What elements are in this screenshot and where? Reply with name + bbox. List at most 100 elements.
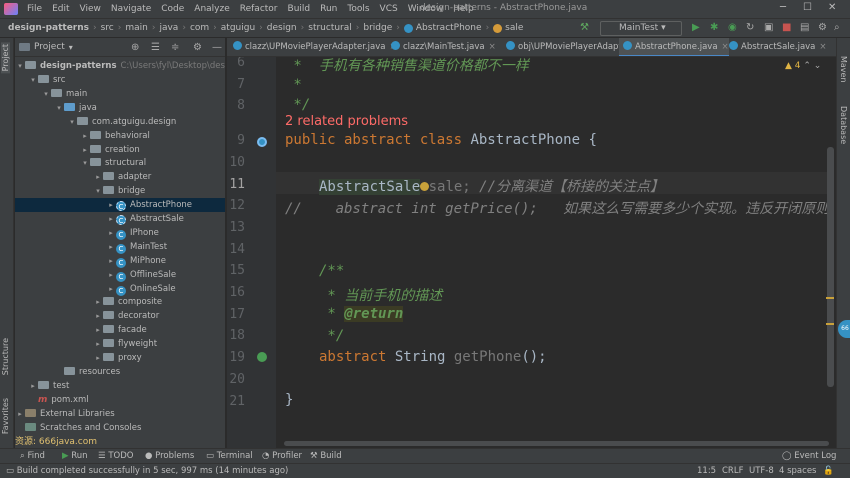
horizontal-scrollbar[interactable]: [284, 441, 829, 446]
chevron-right-icon[interactable]: ▸: [93, 170, 103, 184]
attach-icon[interactable]: ▣: [764, 22, 773, 33]
menu-tools[interactable]: Tools: [342, 4, 374, 14]
tree-item-com-atguigu-design[interactable]: ▾ com.atguigu.design: [15, 115, 225, 129]
tree-item-structural[interactable]: ▾ structural: [15, 156, 225, 170]
database-tool-tab[interactable]: Database: [839, 106, 848, 144]
minimize-icon[interactable]: ─: [780, 2, 786, 13]
warning-marker[interactable]: [826, 323, 834, 325]
run-icon[interactable]: ▶: [692, 22, 700, 33]
tree-item-flyweight[interactable]: ▸ flyweight: [15, 337, 225, 351]
close-icon[interactable]: ✕: [828, 2, 836, 13]
indent-setting[interactable]: 4 spaces: [779, 464, 816, 478]
settings-icon[interactable]: ⚙: [818, 22, 827, 33]
tree-item-main[interactable]: ▾ main: [15, 87, 225, 101]
breadcrumb-structural[interactable]: structural: [308, 23, 352, 33]
chevron-down-icon[interactable]: ▾: [28, 73, 38, 87]
tree-root[interactable]: ▾ design-patterns C:\Users\fyl\Desktop\des…: [15, 59, 225, 73]
tree-item-offlinesale[interactable]: ▸ C OfflineSale: [15, 268, 225, 282]
tree-item-composite[interactable]: ▸ composite: [15, 295, 225, 309]
gear-icon[interactable]: ⚙: [193, 42, 202, 53]
event-log-button[interactable]: ◯ Event Log: [782, 449, 836, 463]
tree-item-facade[interactable]: ▸ facade: [15, 323, 225, 337]
breadcrumb-java[interactable]: java: [159, 23, 178, 33]
breadcrumb-design[interactable]: design: [267, 23, 297, 33]
tree-item-scratches-and-consoles[interactable]: Scratches and Consoles: [15, 421, 225, 435]
locate-icon[interactable]: ⊕: [131, 42, 139, 53]
tree-item-abstractsale[interactable]: ▸ C AbstractSale: [15, 212, 225, 226]
chevron-right-icon[interactable]: ▸: [93, 323, 103, 337]
tree-item-bridge[interactable]: ▾ bridge: [15, 184, 225, 198]
caret-position[interactable]: 11:5: [697, 464, 716, 478]
run-tool-button[interactable]: ▶ Run: [62, 449, 88, 463]
implemented-gutter-icon[interactable]: [257, 137, 267, 147]
close-tab-icon[interactable]: ×: [819, 42, 826, 52]
breadcrumb-project[interactable]: design-patterns: [8, 23, 89, 33]
maven-tool-tab[interactable]: Maven: [839, 56, 848, 83]
chevron-right-icon[interactable]: ▸: [80, 143, 90, 157]
code-editor[interactable]: 6 7 8 9 10 11 12 13 14 15 16 17 18 19 20 21 ▲ 4 ⌃ ⌄ * 手…: [227, 57, 836, 448]
floating-badge[interactable]: 66: [838, 320, 850, 338]
vertical-scrollbar[interactable]: [827, 147, 834, 387]
breadcrumb-main[interactable]: main: [125, 23, 148, 33]
chevron-down-icon[interactable]: ▾: [93, 184, 103, 198]
tree-item-iphone[interactable]: ▸ C IPhone: [15, 226, 225, 240]
profile-icon[interactable]: ↻: [746, 22, 754, 33]
tree-item-miphone[interactable]: ▸ C MiPhone: [15, 254, 225, 268]
menu-code[interactable]: Code: [156, 4, 189, 14]
related-problems-hint[interactable]: 2 related problems: [285, 114, 408, 129]
chevron-right-icon[interactable]: ▸: [93, 351, 103, 365]
collapse-all-icon[interactable]: ≑: [171, 42, 179, 53]
chevron-right-icon[interactable]: ▸: [106, 254, 116, 268]
chevron-right-icon[interactable]: ▸: [106, 240, 116, 254]
find-tool-button[interactable]: ⌕ Find: [20, 449, 45, 463]
editor-tab-3[interactable]: AbstractPhone.java ×: [619, 38, 729, 56]
menu-file[interactable]: File: [22, 4, 47, 14]
implemented-method-gutter-icon[interactable]: [257, 352, 267, 362]
chevron-right-icon[interactable]: ▸: [106, 198, 116, 212]
project-tool-tab[interactable]: Project: [1, 42, 10, 74]
chevron-right-icon[interactable]: ▸: [106, 226, 116, 240]
editor-tab-4[interactable]: AbstractSale.java ×: [725, 38, 827, 56]
tree-item-creation[interactable]: ▸ creation: [15, 143, 225, 157]
build-tool-button[interactable]: ⚒ Build: [310, 449, 342, 463]
tree-item-adapter[interactable]: ▸ adapter: [15, 170, 225, 184]
warning-marker[interactable]: [826, 297, 834, 299]
structure-tool-tab[interactable]: Structure: [1, 338, 10, 375]
menu-run[interactable]: Run: [315, 4, 342, 14]
menu-vcs[interactable]: VCS: [375, 4, 403, 14]
chevron-right-icon[interactable]: ▸: [93, 295, 103, 309]
hide-icon[interactable]: —: [212, 42, 222, 53]
tree-item-decorator[interactable]: ▸ decorator: [15, 309, 225, 323]
chevron-right-icon[interactable]: ▸: [93, 309, 103, 323]
menu-view[interactable]: View: [75, 4, 106, 14]
menu-navigate[interactable]: Navigate: [106, 4, 156, 14]
chevron-right-icon[interactable]: ▸: [15, 407, 25, 421]
file-encoding[interactable]: UTF-8: [749, 464, 774, 478]
editor-tab-1[interactable]: clazz\MainTest.java ×: [387, 38, 496, 56]
chevron-down-icon[interactable]: ▾: [69, 43, 73, 52]
breadcrumb-atguigu[interactable]: atguigu: [221, 23, 255, 33]
tree-item-java[interactable]: ▾ java: [15, 101, 225, 115]
tree-item-behavioral[interactable]: ▸ behavioral: [15, 129, 225, 143]
breadcrumb-src[interactable]: src: [101, 23, 114, 33]
lock-icon[interactable]: 🔓: [823, 464, 834, 478]
chevron-right-icon[interactable]: ▸: [106, 282, 116, 296]
favorites-tool-tab[interactable]: Favorites: [1, 398, 10, 434]
hammer-icon[interactable]: ⚒: [580, 22, 589, 33]
tree-item-maintest[interactable]: ▸ C MainTest: [15, 240, 225, 254]
project-view-select[interactable]: Project: [34, 42, 65, 52]
breadcrumb-field[interactable]: sale: [505, 23, 523, 33]
stop-icon[interactable]: ■: [782, 22, 791, 33]
tree-item-test[interactable]: ▸ test: [15, 379, 225, 393]
line-separator[interactable]: CRLF: [722, 464, 743, 478]
status-message[interactable]: ▭ Build completed successfully in 5 sec,…: [6, 464, 288, 478]
close-tab-icon[interactable]: ×: [489, 42, 496, 52]
chevron-right-icon[interactable]: ▸: [80, 129, 90, 143]
menu-edit[interactable]: Edit: [47, 4, 74, 14]
terminal-tool-button[interactable]: ▭ Terminal: [206, 449, 253, 463]
chevron-right-icon[interactable]: ▸: [93, 337, 103, 351]
problems-tool-button[interactable]: ● Problems: [145, 449, 194, 463]
chevron-right-icon[interactable]: ▸: [106, 212, 116, 226]
run-configuration-select[interactable]: MainTest ▾: [600, 21, 682, 36]
coverage-icon[interactable]: ◉: [728, 22, 737, 33]
